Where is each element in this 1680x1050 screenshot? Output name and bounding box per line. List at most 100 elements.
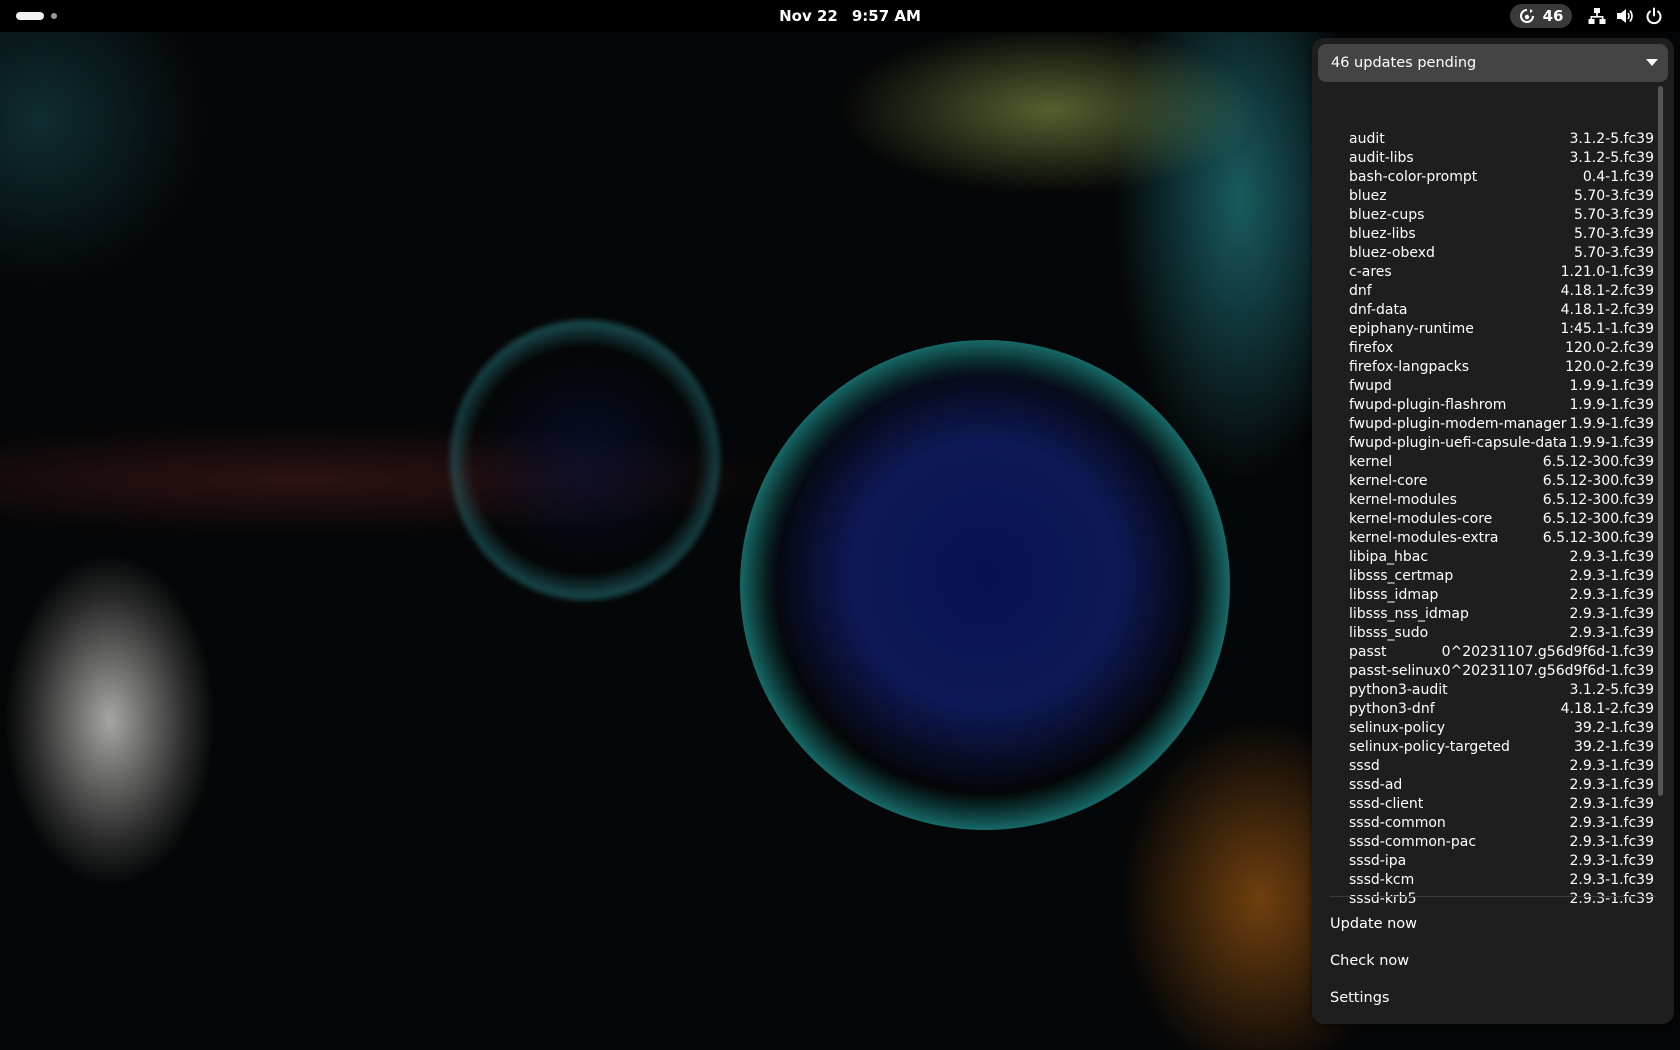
- package-name: dnf: [1349, 283, 1372, 299]
- package-name: bash-color-prompt: [1349, 169, 1478, 185]
- activities-button[interactable]: [16, 12, 57, 20]
- package-name: c-ares: [1349, 264, 1392, 280]
- package-row: python3-dnf 4.18.1-2.fc39: [1312, 700, 1662, 719]
- package-version: 0^20231107.g56d9f6d-1.fc39: [1441, 663, 1654, 679]
- package-row: bluez-obexd 5.70-3.fc39: [1312, 244, 1662, 263]
- volume-icon[interactable]: [1616, 7, 1634, 25]
- package-version: 2.9.3-1.fc39: [1569, 872, 1654, 888]
- package-version: 2.9.3-1.fc39: [1569, 625, 1654, 641]
- package-version: 39.2-1.fc39: [1573, 739, 1654, 755]
- package-row: c-ares 1.21.0-1.fc39: [1312, 263, 1662, 282]
- package-row: kernel-modules-extra 6.5.12-300.fc39: [1312, 529, 1662, 548]
- package-name: bluez-obexd: [1349, 245, 1435, 261]
- settings-label: Settings: [1330, 990, 1390, 1006]
- package-row: bluez 5.70-3.fc39: [1312, 187, 1662, 206]
- package-row: passt 0^20231107.g56d9f6d-1.fc39: [1312, 643, 1662, 662]
- package-name: python3-dnf: [1349, 701, 1435, 717]
- package-row: kernel-core 6.5.12-300.fc39: [1312, 472, 1662, 491]
- package-version: 4.18.1-2.fc39: [1560, 701, 1654, 717]
- package-version: 2.9.3-1.fc39: [1569, 587, 1654, 603]
- package-row: libipa_hbac 2.9.3-1.fc39: [1312, 548, 1662, 567]
- package-version: 5.70-3.fc39: [1573, 207, 1654, 223]
- package-row: libsss_idmap 2.9.3-1.fc39: [1312, 586, 1662, 605]
- package-name: bluez: [1349, 188, 1387, 204]
- package-name: sssd: [1349, 758, 1380, 774]
- package-name: fwupd-plugin-modem-manager: [1349, 416, 1567, 432]
- package-version: 2.9.3-1.fc39: [1569, 568, 1654, 584]
- package-name: libsss_certmap: [1349, 568, 1454, 584]
- package-version: 1.9.9-1.fc39: [1569, 378, 1654, 394]
- network-wired-icon[interactable]: [1588, 7, 1606, 25]
- date-label: Nov 22: [779, 7, 838, 25]
- package-version: 5.70-3.fc39: [1573, 188, 1654, 204]
- package-row: bash-color-prompt 0.4-1.fc39: [1312, 168, 1662, 187]
- package-row: dnf-data 4.18.1-2.fc39: [1312, 301, 1662, 320]
- package-row: sssd-common-pac 2.9.3-1.fc39: [1312, 833, 1662, 852]
- package-row: fwupd 1.9.9-1.fc39: [1312, 377, 1662, 396]
- package-version: 1.9.9-1.fc39: [1569, 397, 1654, 413]
- package-name: sssd-client: [1349, 796, 1424, 812]
- package-version: 1.9.9-1.fc39: [1569, 435, 1654, 451]
- package-row: fwupd-plugin-modem-manager 1.9.9-1.fc39: [1312, 415, 1662, 434]
- settings-button[interactable]: Settings: [1318, 980, 1668, 1016]
- wallpaper-bubble-large: [740, 340, 1230, 830]
- chevron-down-icon: [1646, 59, 1658, 66]
- package-row: libsss_nss_idmap 2.9.3-1.fc39: [1312, 605, 1662, 624]
- package-version: 2.9.3-1.fc39: [1569, 549, 1654, 565]
- package-version: 6.5.12-300.fc39: [1542, 511, 1654, 527]
- package-row: sssd-client 2.9.3-1.fc39: [1312, 795, 1662, 814]
- package-name: sssd-ipa: [1349, 853, 1407, 869]
- package-name: libsss_sudo: [1349, 625, 1429, 641]
- package-row: dnf 4.18.1-2.fc39: [1312, 282, 1662, 301]
- package-name: audit: [1349, 131, 1385, 147]
- package-name: firefox: [1349, 340, 1394, 356]
- package-name: sssd-common: [1349, 815, 1446, 831]
- check-now-label: Check now: [1330, 953, 1410, 969]
- package-version: 2.9.3-1.fc39: [1569, 758, 1654, 774]
- updates-indicator-button[interactable]: 46: [1510, 4, 1572, 28]
- package-row: kernel 6.5.12-300.fc39: [1312, 453, 1662, 472]
- date-time-button[interactable]: Nov 22 9:57 AM: [760, 0, 940, 32]
- updates-submenu-header[interactable]: 46 updates pending: [1318, 44, 1668, 82]
- package-version: 2.9.3-1.fc39: [1569, 853, 1654, 869]
- package-name: passt: [1349, 644, 1387, 660]
- package-name: sssd-kcm: [1349, 872, 1415, 888]
- update-now-button[interactable]: Update now: [1318, 906, 1668, 942]
- power-icon[interactable]: [1645, 7, 1663, 25]
- package-row: sssd-kcm 2.9.3-1.fc39: [1312, 871, 1662, 890]
- workspace-indicator-dot: [51, 13, 57, 19]
- package-version: 39.2-1.fc39: [1573, 720, 1654, 736]
- package-name: dnf-data: [1349, 302, 1408, 318]
- package-row: sssd 2.9.3-1.fc39: [1312, 757, 1662, 776]
- package-version: 4.18.1-2.fc39: [1560, 302, 1654, 318]
- package-name: sssd-ad: [1349, 777, 1403, 793]
- package-version: 1:45.1-1.fc39: [1560, 321, 1654, 337]
- package-row: epiphany-runtime 1:45.1-1.fc39: [1312, 320, 1662, 339]
- package-name: kernel-modules: [1349, 492, 1457, 508]
- package-version: 2.9.3-1.fc39: [1569, 606, 1654, 622]
- package-version: 2.9.3-1.fc39: [1569, 815, 1654, 831]
- package-name: fwupd: [1349, 378, 1392, 394]
- package-version: 1.9.9-1.fc39: [1569, 416, 1654, 432]
- package-name: selinux-policy: [1349, 720, 1445, 736]
- package-version: 3.1.2-5.fc39: [1569, 131, 1654, 147]
- package-name: kernel-core: [1349, 473, 1428, 489]
- package-version: 3.1.2-5.fc39: [1569, 150, 1654, 166]
- package-version: 0^20231107.g56d9f6d-1.fc39: [1441, 644, 1654, 660]
- package-row: sssd-common 2.9.3-1.fc39: [1312, 814, 1662, 833]
- package-name: passt-selinux: [1349, 663, 1442, 679]
- package-version: 6.5.12-300.fc39: [1542, 473, 1654, 489]
- package-name: libsss_nss_idmap: [1349, 606, 1469, 622]
- package-version: 2.9.3-1.fc39: [1569, 777, 1654, 793]
- package-row: libsss_sudo 2.9.3-1.fc39: [1312, 624, 1662, 643]
- check-now-button[interactable]: Check now: [1318, 943, 1668, 979]
- package-version: 2.9.3-1.fc39: [1569, 834, 1654, 850]
- package-row: selinux-policy 39.2-1.fc39: [1312, 719, 1662, 738]
- package-list-scrollbar[interactable]: [1658, 86, 1663, 796]
- package-name: kernel: [1349, 454, 1393, 470]
- package-version: 120.0-2.fc39: [1565, 340, 1654, 356]
- package-row: kernel-modules-core 6.5.12-300.fc39: [1312, 510, 1662, 529]
- package-version: 2.9.3-1.fc39: [1569, 796, 1654, 812]
- menu-separator: [1330, 896, 1656, 897]
- updates-popup-menu: 46 updates pending audit 3.1.2-5.fc39 audi…: [1312, 38, 1674, 1024]
